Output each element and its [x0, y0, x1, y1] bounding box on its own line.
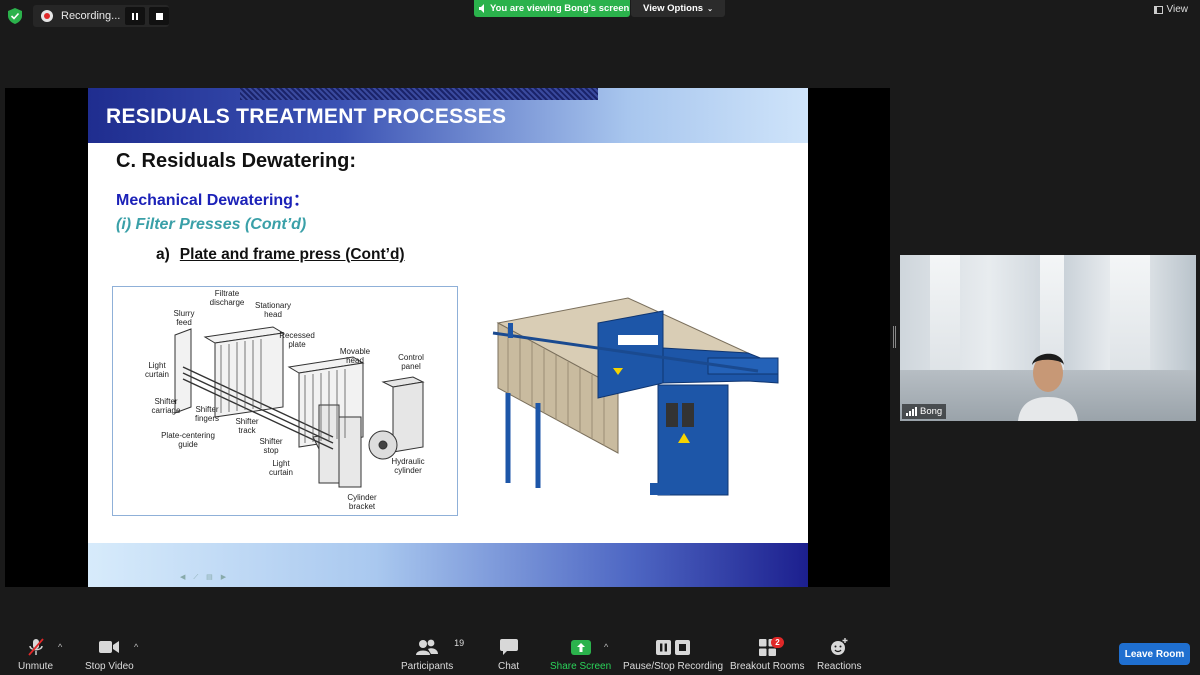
pause-stop-recording-label: Pause/Stop Recording [623, 661, 724, 672]
breakout-rooms-label: Breakout Rooms [730, 661, 805, 672]
label-control-panel: Control panel [398, 353, 424, 371]
label-filtrate-discharge: Filtrate discharge [209, 289, 245, 307]
reactions-label: Reactions [817, 661, 862, 672]
presentation-slide: RESIDUALS TREATMENT PROCESSES C. Residua… [88, 88, 808, 587]
viewing-banner-text: You are viewing Bong's screen [490, 3, 630, 14]
chat-bubble-icon [499, 638, 518, 656]
label-movable-head: Movable head [339, 347, 371, 365]
label-hydraulic-cylinder: Hydraulic cylinder [391, 457, 425, 475]
recording-controls-icon [656, 638, 691, 656]
stop-icon [155, 12, 163, 20]
security-shield-icon[interactable] [8, 8, 22, 24]
share-options-caret[interactable]: ^ [604, 642, 608, 652]
zoom-meeting-window: Recording... You are viewing Bong's scre… [0, 0, 1200, 675]
meeting-toolbar: Unmute ^ Stop Video ^ 19 Participants Ch… [0, 630, 1200, 675]
pause-stop-recording-button[interactable]: Pause/Stop Recording [623, 638, 723, 672]
header-pattern-strip [240, 88, 598, 100]
recording-label: Recording... [61, 10, 121, 22]
participants-icon: 19 [416, 638, 464, 656]
pause-recording-button[interactable] [125, 7, 145, 25]
label-plate-centering-guide: Plate-centering guide [161, 431, 215, 449]
video-options-caret[interactable]: ^ [134, 642, 138, 652]
audio-options-caret[interactable]: ^ [58, 642, 62, 652]
reactions-button[interactable]: Reactions [817, 638, 861, 672]
label-shifter-track: Shifter track [235, 417, 259, 435]
share-screen-label: Share Screen [550, 661, 612, 672]
recording-dot-icon [41, 10, 53, 22]
slide-title: RESIDUALS TREATMENT PROCESSES [106, 105, 507, 128]
stop-recording-button[interactable] [149, 7, 169, 25]
label-shifter-fingers: Shifter fingers [194, 405, 219, 423]
filter-press-photo [492, 297, 779, 496]
filter-press-diagram: Filtrate discharge Stationary head Slurr… [112, 286, 458, 516]
participants-label: Participants [401, 661, 454, 672]
breakout-rooms-icon: 2 [758, 637, 784, 656]
share-screen-button[interactable]: Share Screen [550, 638, 611, 672]
subitem-text: Plate and frame press (Cont’d) [179, 246, 405, 263]
chevron-down-icon: ⌄ [707, 5, 713, 13]
viewing-screen-banner: You are viewing Bong's screen [474, 0, 630, 17]
share-screen-icon [570, 638, 591, 656]
stop-video-button[interactable]: Stop Video [85, 638, 134, 672]
subitem-marker: a) [156, 246, 170, 263]
layout-grid-icon [1153, 5, 1163, 14]
participants-count: 19 [454, 638, 465, 648]
view-label: View [1166, 4, 1189, 15]
view-options-button[interactable]: View Options ⌄ [631, 0, 725, 17]
label-cylinder-bracket: Cylinder bracket [347, 493, 377, 511]
slide-header: RESIDUALS TREATMENT PROCESSES [88, 88, 808, 143]
smiley-plus-icon [830, 638, 848, 656]
shared-screen[interactable]: RESIDUALS TREATMENT PROCESSES C. Residua… [5, 88, 890, 587]
label-slurry-feed: Slurry feed [173, 309, 195, 327]
video-camera-icon [99, 638, 120, 656]
chat-label: Chat [498, 661, 520, 672]
label-light-curtain-bottom: Light curtain [268, 459, 293, 477]
label-stationary-head: Stationary head [254, 301, 292, 319]
view-button[interactable]: View [1153, 4, 1189, 15]
unmute-button[interactable]: Unmute [18, 638, 53, 672]
view-options-label: View Options [643, 3, 704, 14]
signal-strength-icon [906, 407, 917, 416]
slide-item: (i) Filter Presses (Cont’d) [116, 216, 307, 233]
label-shifter-carriage: Shifter carriage [151, 397, 181, 415]
stop-video-label: Stop Video [85, 661, 134, 672]
muted-microphone-icon [27, 638, 45, 656]
slide-heading: C. Residuals Dewatering: [116, 150, 357, 172]
chat-button[interactable]: Chat [498, 638, 519, 672]
unmute-label: Unmute [18, 661, 54, 672]
slide-subitem: a) Plate and frame press (Cont’d) [156, 246, 405, 264]
recording-indicator: Recording... [33, 5, 169, 27]
slide-subheading: Mechanical Dewatering： [116, 192, 309, 209]
participant-person [1018, 353, 1078, 421]
panel-resize-handle[interactable] [893, 326, 896, 348]
label-recessed-plate: Recessed plate [279, 331, 315, 349]
label-shifter-stop: Shifter stop [259, 437, 283, 455]
pause-icon [132, 12, 138, 20]
participant-name-tag: Bong [902, 404, 947, 419]
breakout-rooms-button[interactable]: 2 Breakout Rooms [730, 637, 805, 672]
slide-navigation-controls[interactable]: ◀ ⟋ ▤ ▶ [180, 573, 229, 582]
participants-button[interactable]: 19 Participants [401, 638, 464, 672]
label-light-curtain-left: Light curtain [144, 361, 169, 379]
leave-room-button[interactable]: Leave Room [1119, 643, 1190, 665]
breakout-rooms-badge: 2 [771, 637, 784, 648]
speaker-icon [479, 4, 484, 13]
participant-video-tile[interactable]: Bong [900, 255, 1196, 421]
participant-name: Bong [920, 406, 943, 417]
